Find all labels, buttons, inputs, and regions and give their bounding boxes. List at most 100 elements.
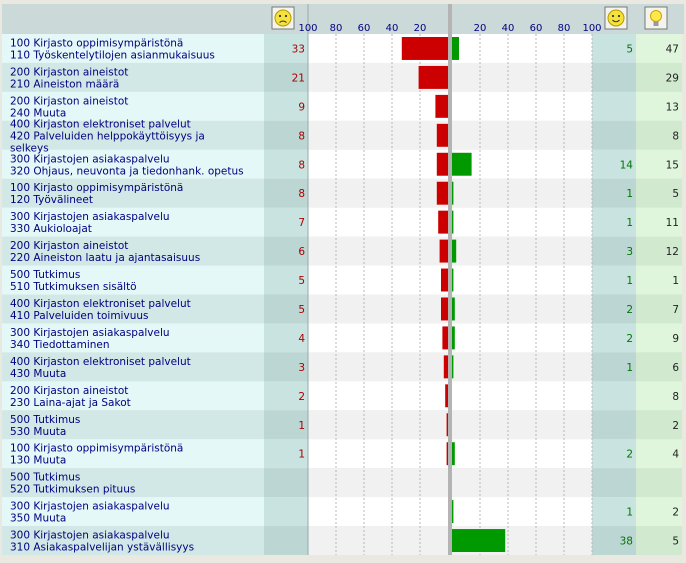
positive-bar xyxy=(452,181,454,205)
negative-count-label: 2 xyxy=(298,391,305,403)
positive-count-label: 1 xyxy=(626,275,633,287)
total-count-label: 29 xyxy=(666,72,679,84)
category-label: 400 Kirjaston elektroniset palvelut xyxy=(10,298,191,310)
subcategory-label: 210 Aineiston määrä xyxy=(10,78,119,90)
positive-bar xyxy=(452,442,455,466)
negative-count-label: 33 xyxy=(292,43,305,55)
total-count-label: 8 xyxy=(672,391,679,403)
negative-bar xyxy=(436,181,448,205)
positive-count-label: 38 xyxy=(620,536,633,548)
total-count-label: 15 xyxy=(666,159,679,171)
subcategory-label: 110 Työskentelytilojen asianmukaisuus xyxy=(10,49,215,61)
negative-bar xyxy=(443,355,448,379)
subcategory-label: 510 Tutkimuksen sisältö xyxy=(10,281,137,293)
negative-count-label: 8 xyxy=(298,188,305,200)
negative-count-label: 5 xyxy=(298,275,305,287)
positive-bar xyxy=(452,37,459,60)
subcategory-label: 530 Muuta xyxy=(10,426,66,438)
center-axis xyxy=(448,4,452,555)
total-count-label: 4 xyxy=(672,449,679,461)
negative-bar xyxy=(436,152,448,176)
happy-face-icon xyxy=(611,14,615,18)
negative-bar xyxy=(435,94,448,118)
axis-tick-label: 80 xyxy=(330,23,343,34)
total-count-label: 12 xyxy=(666,246,679,258)
row-positive-count-cell xyxy=(592,381,636,411)
negative-count-label: 7 xyxy=(298,217,305,229)
category-label: 400 Kirjaston elektroniset palvelut xyxy=(10,356,191,368)
category-label: 200 Kirjaston aineistot xyxy=(10,95,128,107)
lightbulb-icon xyxy=(653,21,659,26)
positive-count-label: 2 xyxy=(626,333,633,345)
subcategory-label: 310 Asiakaspalvelijan ystävällisyys xyxy=(10,542,194,554)
axis-tick-label: 80 xyxy=(558,23,571,34)
sad-face-icon xyxy=(278,14,282,18)
total-count-label: 8 xyxy=(672,130,679,142)
row-negative-count-cell xyxy=(264,497,308,527)
category-label: 300 Kirjastojen asiakaspalvelu xyxy=(10,530,170,542)
positive-count-label: 1 xyxy=(626,362,633,374)
positive-bar xyxy=(452,268,454,292)
happy-face-icon xyxy=(607,9,625,27)
row-negative-count-cell xyxy=(264,526,308,555)
axis-tick-label: 40 xyxy=(386,23,399,34)
negative-bar xyxy=(441,297,448,321)
negative-bar xyxy=(418,65,448,89)
positive-bar xyxy=(452,210,454,234)
positive-count-label: 2 xyxy=(626,304,633,316)
positive-count-label: 1 xyxy=(626,507,633,519)
total-count-label: 7 xyxy=(672,304,679,316)
category-label: 200 Kirjaston aineistot xyxy=(10,385,128,397)
subcategory-label: 320 Ohjaus, neuvonta ja tiedonhank. opet… xyxy=(10,165,244,177)
positive-count-label: 3 xyxy=(626,246,633,258)
axis-tick-label: 20 xyxy=(474,23,487,34)
total-count-label: 1 xyxy=(672,275,679,287)
negative-bar xyxy=(439,239,448,263)
subcategory-label: 410 Palveluiden toimivuus xyxy=(10,310,148,322)
row-positive-count-cell xyxy=(592,62,636,92)
row-positive-count-cell xyxy=(592,410,636,440)
negative-bar xyxy=(441,268,448,292)
row-total-cell xyxy=(636,468,682,498)
negative-bar xyxy=(401,37,448,60)
axis-tick-label: 40 xyxy=(502,23,515,34)
category-label: 200 Kirjaston aineistot xyxy=(10,240,128,252)
category-label: 500 Tutkimus xyxy=(10,269,80,281)
subcategory-label: 230 Laina-ajat ja Sakot xyxy=(10,397,131,409)
total-count-label: 2 xyxy=(672,420,679,432)
axis-tick-label: 100 xyxy=(582,23,601,34)
negative-bar xyxy=(446,413,448,437)
subcategory-label: 120 Työvälineet xyxy=(10,194,93,206)
happy-face-icon xyxy=(617,14,621,18)
category-label: 100 Kirjasto oppimisympäristönä xyxy=(10,182,183,194)
category-label: 500 Tutkimus xyxy=(10,472,80,484)
negative-count-label: 1 xyxy=(298,449,305,461)
negative-count-label: 21 xyxy=(292,72,305,84)
axis-tick-label: 60 xyxy=(358,23,371,34)
negative-bar xyxy=(442,326,448,350)
sad-face-icon xyxy=(274,9,292,27)
negative-bar xyxy=(446,442,448,466)
negative-count-label: 4 xyxy=(298,333,305,345)
axis-tick-label: 60 xyxy=(530,23,543,34)
total-count-label: 11 xyxy=(666,217,679,229)
subcategory-label: 520 Tutkimuksen pituus xyxy=(10,484,135,496)
category-label: 100 Kirjasto oppimisympäristönä xyxy=(10,37,183,49)
negative-count-label: 1 xyxy=(298,420,305,432)
negative-count-label: 5 xyxy=(298,304,305,316)
positive-bar xyxy=(452,500,454,524)
category-label: 300 Kirjastojen asiakaspalvelu xyxy=(10,501,170,513)
positive-count-label: 1 xyxy=(626,188,633,200)
positive-bar xyxy=(452,297,455,321)
negative-count-label: 3 xyxy=(298,362,305,374)
subcategory-label: 130 Muuta xyxy=(10,455,66,467)
total-count-label: 9 xyxy=(672,333,679,345)
category-label: 300 Kirjastojen asiakaspalvelu xyxy=(10,327,170,339)
total-count-label: 2 xyxy=(672,507,679,519)
category-label: 500 Tutkimus xyxy=(10,414,80,426)
category-label: 300 Kirjastojen asiakaspalvelu xyxy=(10,211,170,223)
total-count-label: 47 xyxy=(666,43,679,55)
negative-bar xyxy=(436,123,448,147)
subcategory-label: 430 Muuta xyxy=(10,368,66,380)
total-count-label: 6 xyxy=(672,362,679,374)
